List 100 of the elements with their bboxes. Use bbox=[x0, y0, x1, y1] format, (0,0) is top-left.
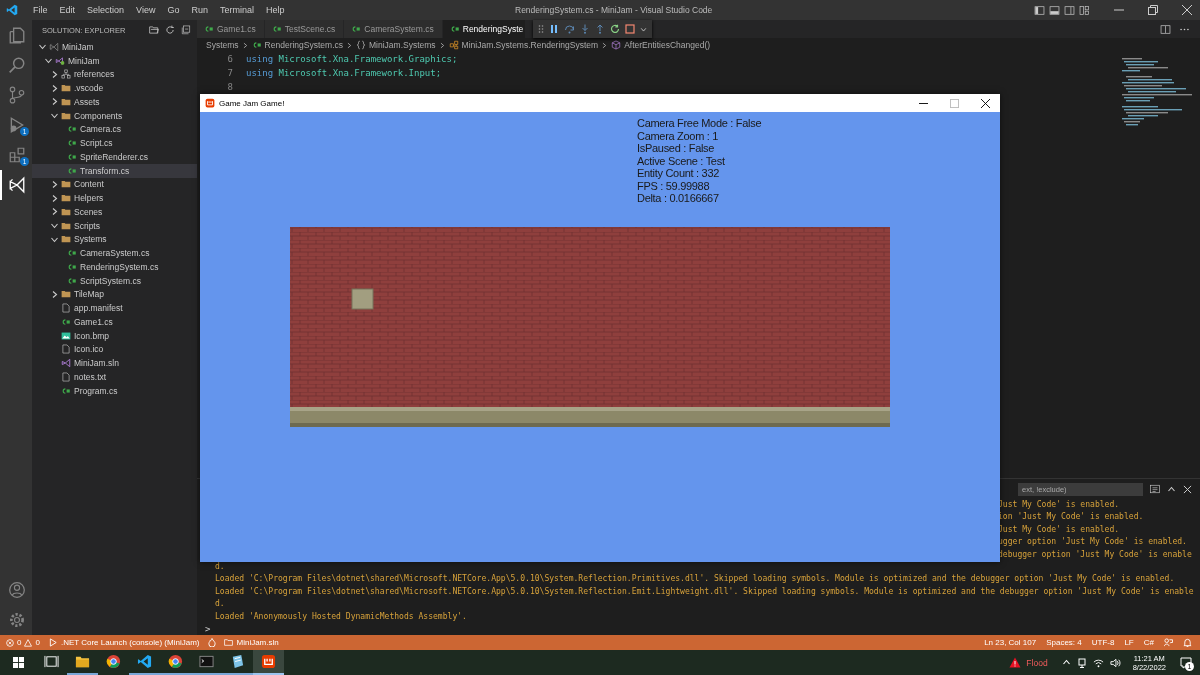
launch-config[interactable]: .NET Core Launch (console) (MiniJam) bbox=[48, 638, 200, 647]
bell-icon[interactable] bbox=[1183, 638, 1192, 647]
split-layout-icon[interactable] bbox=[1064, 4, 1075, 16]
menu-item[interactable]: Go bbox=[161, 5, 186, 15]
status-item[interactable]: C# bbox=[1143, 638, 1154, 647]
chevron-up-icon[interactable] bbox=[1061, 658, 1071, 667]
refresh-icon[interactable] bbox=[165, 25, 175, 35]
tree-item[interactable]: Transform.cs bbox=[32, 163, 197, 178]
breadcrumb-item[interactable]: AfterEntitiesChanged() bbox=[611, 40, 711, 50]
solution-icon[interactable] bbox=[8, 176, 26, 194]
file-icon bbox=[61, 371, 71, 382]
debug-stat: Entity Count : 332 bbox=[637, 167, 721, 180]
folder-icon bbox=[61, 110, 71, 121]
tree-item[interactable]: Game1.cs bbox=[32, 315, 197, 329]
tree-item[interactable]: Program.cs bbox=[32, 383, 197, 398]
close-icon[interactable] bbox=[981, 98, 990, 108]
menu-item[interactable]: File bbox=[27, 5, 54, 15]
editor-tab[interactable]: CameraSystem.cs bbox=[344, 20, 443, 38]
device-icon[interactable] bbox=[1076, 657, 1087, 668]
tree-item[interactable]: MiniJam bbox=[32, 53, 197, 68]
tree-item[interactable]: CameraSystem.cs bbox=[32, 246, 197, 260]
tree-item[interactable]: notes.txt bbox=[32, 370, 197, 384]
menu-item[interactable]: Help bbox=[259, 5, 291, 15]
notifications-icon[interactable] bbox=[1180, 656, 1192, 669]
status-item[interactable]: LF bbox=[1124, 638, 1134, 647]
open-folder-icon[interactable] bbox=[149, 25, 159, 35]
tree-item[interactable]: MiniJam bbox=[32, 40, 197, 54]
tree-item[interactable]: .vscode bbox=[32, 81, 197, 95]
caret-icon[interactable] bbox=[640, 25, 647, 33]
breadcrumb-item[interactable]: RenderingSystem.cs bbox=[251, 40, 343, 50]
tree-item[interactable]: app.manifest bbox=[32, 301, 197, 315]
tree-item[interactable]: Scripts bbox=[32, 218, 197, 233]
volume-icon[interactable] bbox=[1109, 657, 1121, 668]
tree-item[interactable]: Components bbox=[32, 108, 197, 123]
feedback-icon[interactable] bbox=[1164, 638, 1173, 647]
tree-item[interactable]: TileMap bbox=[32, 287, 197, 302]
csharp-icon bbox=[351, 24, 362, 34]
list-icon[interactable] bbox=[1150, 484, 1160, 494]
tree-item[interactable]: Script.cs bbox=[32, 136, 197, 150]
windows-logo-icon[interactable] bbox=[12, 657, 24, 668]
tree-item[interactable]: Helpers bbox=[32, 191, 197, 205]
vscode-logo-icon bbox=[6, 4, 18, 16]
solution-indicator[interactable]: MiniJam.sln bbox=[224, 638, 279, 647]
grip-icon[interactable] bbox=[538, 24, 544, 34]
pause-icon[interactable] bbox=[549, 24, 559, 34]
stop-icon[interactable] bbox=[625, 24, 635, 34]
flame-icon[interactable] bbox=[208, 638, 217, 647]
tree-item[interactable]: SpriteRenderer.cs bbox=[32, 150, 197, 164]
collapse-all-icon[interactable] bbox=[181, 25, 191, 35]
menu-item[interactable]: Run bbox=[185, 5, 214, 15]
tree-item[interactable]: ScriptSystem.cs bbox=[32, 273, 197, 288]
problems-indicator[interactable]: 0 0 bbox=[6, 638, 40, 647]
customize-layout-icon[interactable] bbox=[1079, 4, 1090, 16]
menu-item[interactable]: View bbox=[130, 5, 162, 15]
status-item[interactable]: Spaces: 4 bbox=[1046, 638, 1082, 647]
restore-icon[interactable] bbox=[1148, 5, 1158, 15]
status-item[interactable]: Ln 23, Col 107 bbox=[984, 638, 1037, 647]
breadcrumb-item[interactable]: Systems bbox=[206, 40, 239, 50]
tree-item[interactable]: Assets bbox=[32, 95, 197, 109]
split-editor-icon[interactable] bbox=[1160, 23, 1171, 35]
tree-item[interactable]: Icon.bmp bbox=[32, 328, 197, 343]
warning-icon bbox=[1009, 657, 1022, 668]
editor-tab[interactable]: Game1.cs bbox=[197, 20, 265, 38]
taskbar-button[interactable] bbox=[253, 650, 284, 675]
extensions-icon[interactable] bbox=[8, 146, 26, 164]
tree-item[interactable]: Scenes bbox=[32, 205, 197, 219]
output-line: debugger option 'Just My Code' is enable bbox=[998, 548, 1193, 561]
status-item[interactable]: UTF-8 bbox=[1091, 638, 1115, 647]
run-debug-icon[interactable] bbox=[8, 116, 26, 134]
editor-tab[interactable]: TestScene.cs bbox=[264, 20, 345, 38]
output-line: d. bbox=[215, 598, 226, 611]
sidebar-layout-icon[interactable] bbox=[1034, 4, 1045, 16]
weather-alert[interactable]: Flood bbox=[1026, 657, 1048, 668]
tree-item[interactable]: references bbox=[32, 67, 197, 82]
step-into-icon[interactable] bbox=[580, 24, 590, 34]
settings-icon[interactable] bbox=[8, 611, 26, 629]
tree-item[interactable]: MiniJam.sln bbox=[32, 356, 197, 370]
files-icon[interactable] bbox=[8, 26, 26, 44]
menu-item[interactable]: Terminal bbox=[213, 5, 260, 15]
tree-item[interactable]: Systems bbox=[32, 232, 197, 247]
menu-item[interactable]: Selection bbox=[81, 5, 131, 15]
breadcrumb-item[interactable]: MiniJam.Systems bbox=[356, 40, 436, 50]
editor-tab[interactable]: RenderingSyste bbox=[442, 20, 527, 38]
tree-item[interactable]: RenderingSystem.cs bbox=[32, 260, 197, 274]
restart-icon[interactable] bbox=[610, 24, 620, 34]
tree-item[interactable]: Content bbox=[32, 177, 197, 192]
breadcrumb-item[interactable]: MiniJam.Systems.RenderingSystem bbox=[448, 40, 599, 50]
terminal-icon bbox=[199, 654, 214, 669]
account-icon[interactable] bbox=[8, 581, 26, 599]
folder-icon bbox=[75, 654, 90, 669]
step-over-icon[interactable] bbox=[564, 24, 575, 34]
tree-item[interactable]: Camera.cs bbox=[32, 122, 197, 137]
step-out-icon[interactable] bbox=[595, 24, 605, 34]
search-icon[interactable] bbox=[8, 56, 26, 74]
menu-item[interactable]: Edit bbox=[53, 5, 82, 15]
chevron-up-icon[interactable] bbox=[1167, 484, 1176, 494]
panel-layout-icon[interactable] bbox=[1049, 4, 1060, 16]
wifi-icon[interactable] bbox=[1092, 657, 1104, 668]
branch-icon[interactable] bbox=[8, 86, 26, 104]
tree-item[interactable]: Icon.ico bbox=[32, 342, 197, 357]
